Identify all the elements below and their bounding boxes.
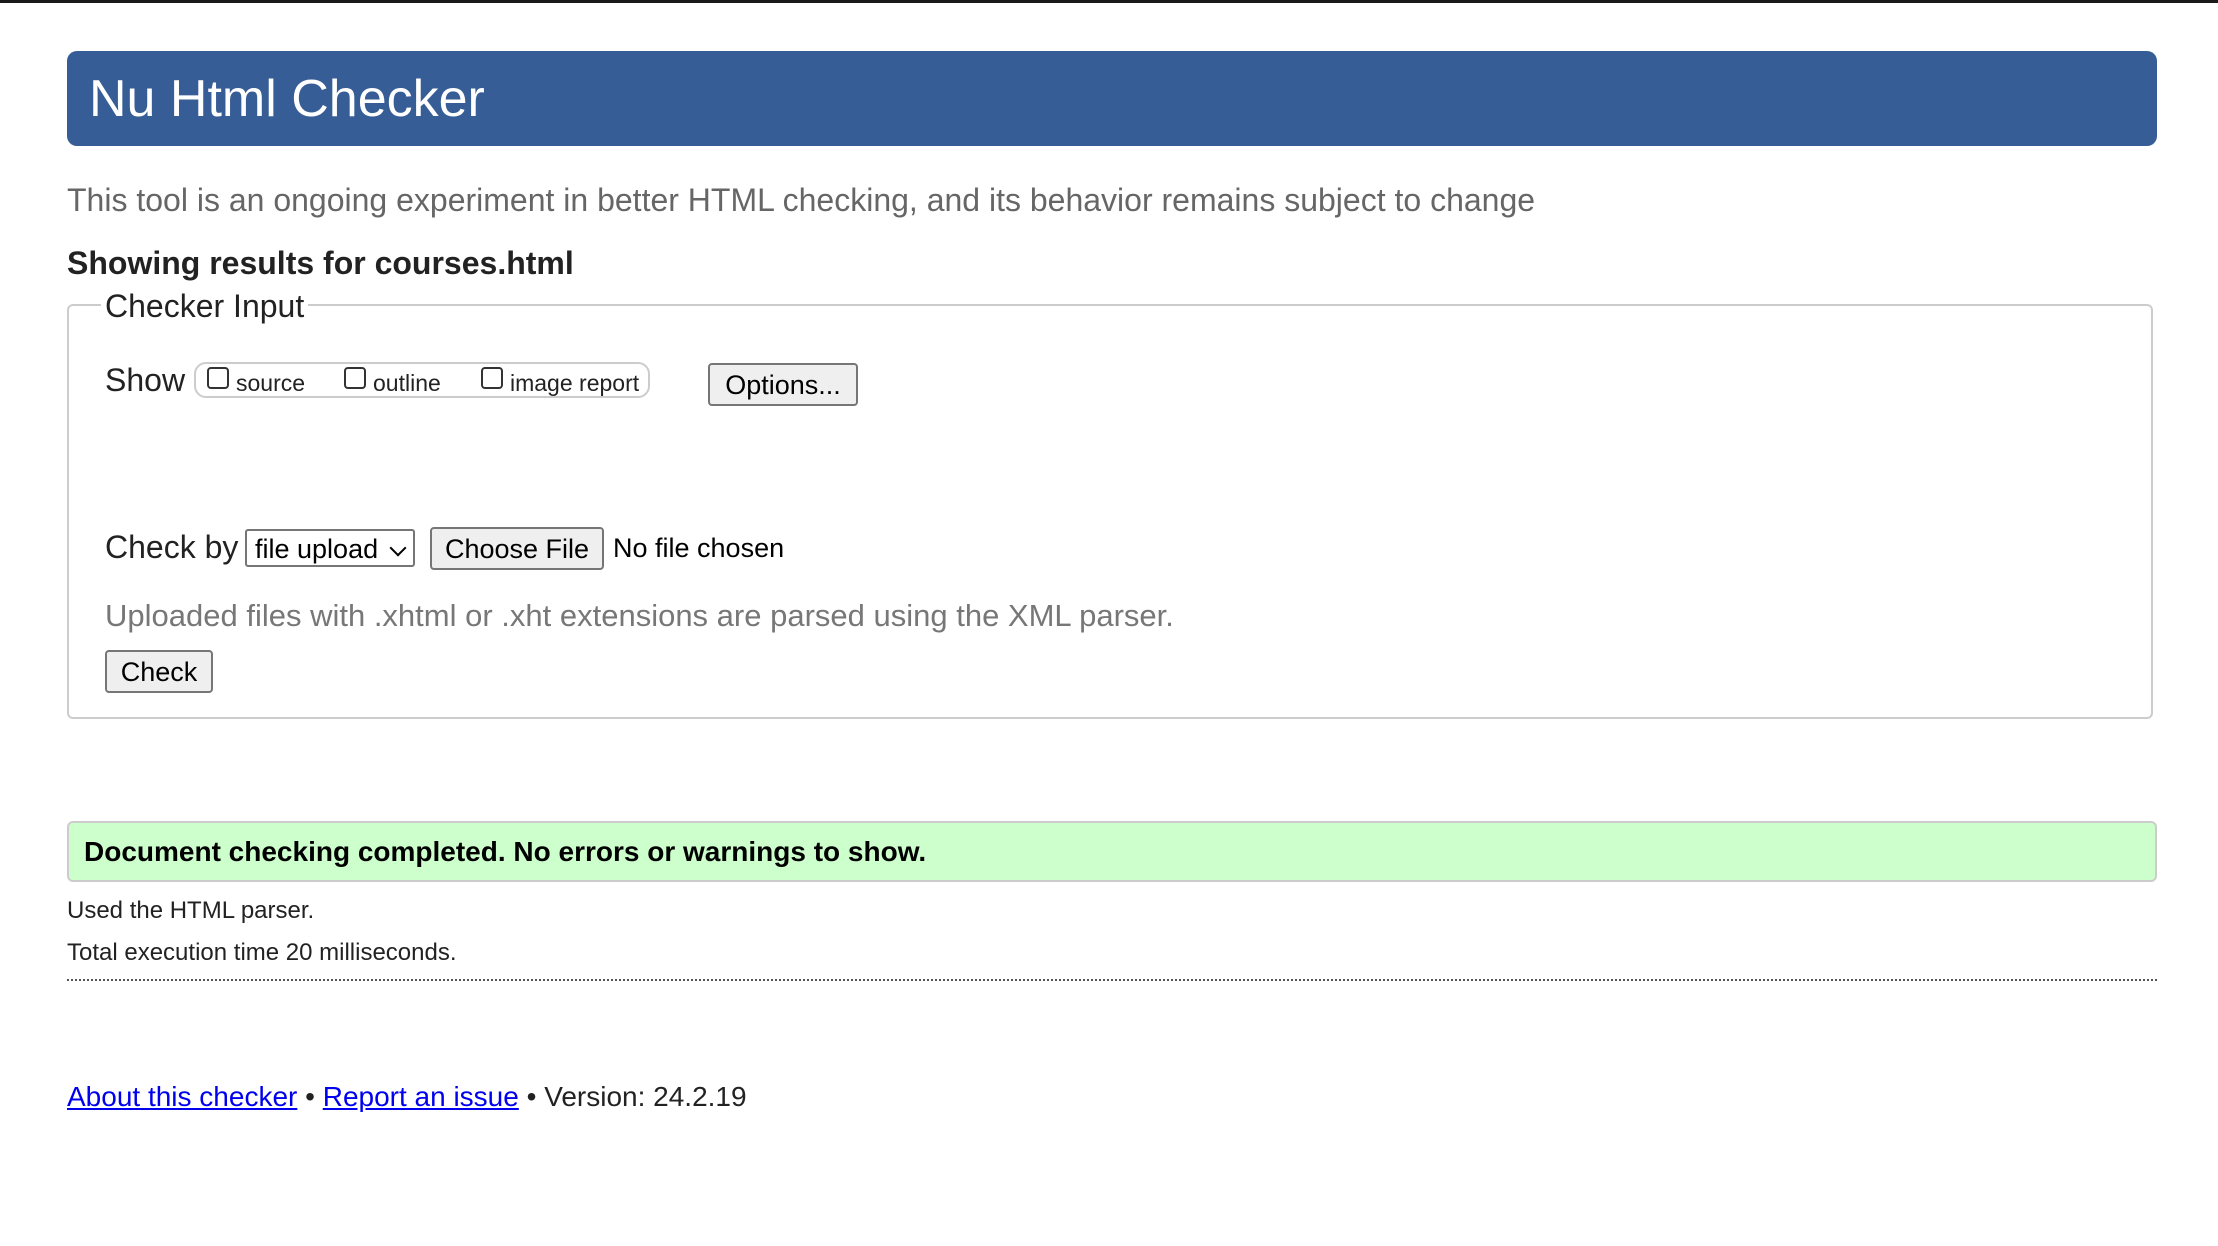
check-by-select[interactable]: file upload: [245, 529, 415, 567]
check-by-selected-value[interactable]: file upload: [255, 533, 378, 565]
execution-time: Total execution time 20 milliseconds.: [67, 939, 457, 966]
checker-input-fieldset: Checker Input Show source outline image …: [67, 284, 2153, 719]
show-options-group: source outline image report: [194, 362, 650, 398]
page-title: Nu Html Checker: [89, 70, 485, 128]
choose-file-button[interactable]: Choose File: [430, 527, 604, 570]
image-report-checkbox-box[interactable]: [481, 367, 503, 389]
top-border: [0, 0, 2218, 3]
outline-checkbox-label[interactable]: outline: [373, 369, 441, 397]
xml-parser-hint: Uploaded files with .xhtml or .xht exten…: [105, 598, 1174, 633]
check-by-label: Check by: [105, 529, 239, 565]
options-button[interactable]: Options...: [708, 363, 858, 406]
report-issue-link[interactable]: Report an issue: [323, 1081, 519, 1112]
check-button[interactable]: Check: [105, 650, 213, 693]
intro-text: This tool is an ongoing experiment in be…: [67, 182, 1536, 218]
outline-checkbox-box[interactable]: [344, 367, 366, 389]
success-message-box: Document checking completed. No errors o…: [67, 821, 2157, 882]
checker-input-legend: Checker Input: [101, 284, 309, 328]
success-message: Document checking completed. No errors o…: [84, 836, 927, 867]
show-label: Show: [105, 362, 186, 398]
parser-info: Used the HTML parser.: [67, 897, 315, 924]
results-heading: Showing results for courses.html: [67, 245, 574, 281]
source-checkbox-label[interactable]: source: [236, 369, 305, 397]
source-checkbox-box[interactable]: [207, 367, 229, 389]
no-file-chosen-text: No file chosen: [613, 533, 785, 563]
about-link[interactable]: About this checker: [67, 1081, 297, 1112]
image-report-checkbox-label[interactable]: image report: [510, 369, 639, 397]
footer: About this checker • Report an issue • V…: [67, 1077, 747, 1117]
header-banner: Nu Html Checker: [67, 51, 2157, 146]
chevron-down-icon[interactable]: [389, 539, 407, 557]
version-text: Version: 24.2.19: [544, 1081, 747, 1112]
footer-separator: •: [526, 1081, 537, 1112]
divider: [67, 979, 2157, 981]
footer-separator: •: [305, 1081, 315, 1112]
